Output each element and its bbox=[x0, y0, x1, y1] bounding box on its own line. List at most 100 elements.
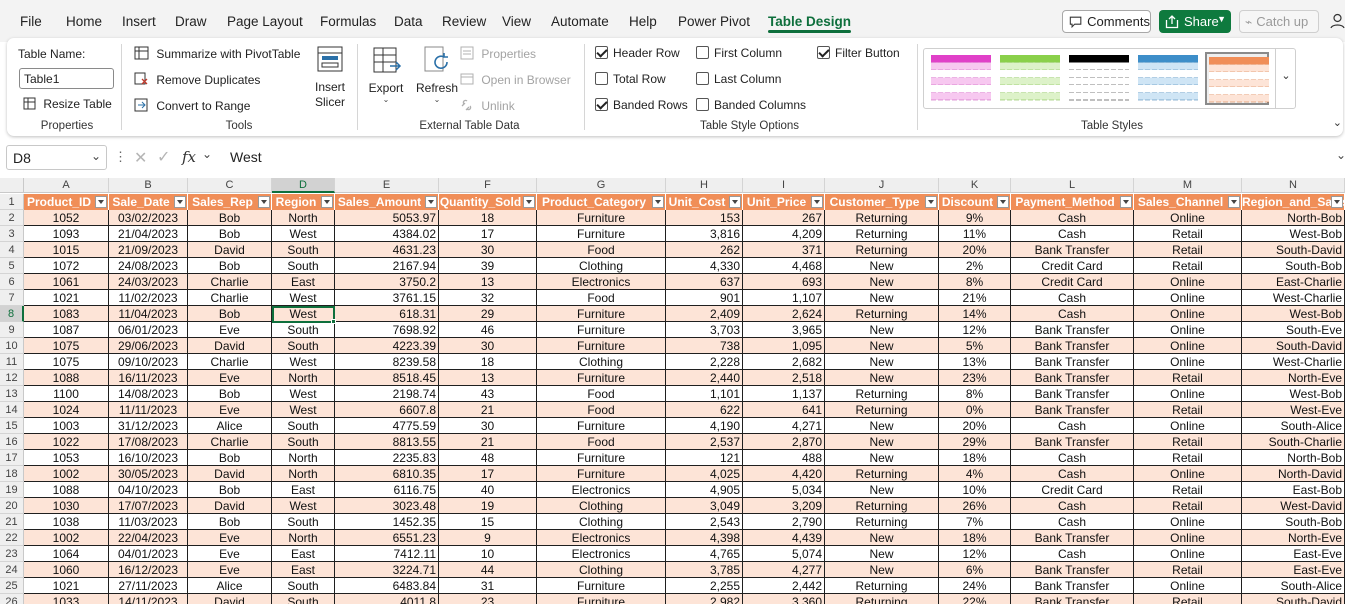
table-cell[interactable]: Online bbox=[1134, 514, 1242, 530]
row-header[interactable]: 24 bbox=[0, 562, 24, 578]
table-cell[interactable]: South bbox=[272, 338, 335, 354]
table-cell[interactable]: 18 bbox=[439, 354, 537, 370]
column-header-H[interactable]: H bbox=[666, 178, 743, 193]
table-cell[interactable]: New bbox=[825, 418, 939, 434]
table-cell[interactable]: Electronics bbox=[537, 530, 666, 546]
table-cell[interactable]: North-Bob bbox=[1242, 450, 1345, 466]
table-cell[interactable]: North-Eve bbox=[1242, 370, 1345, 386]
table-cell[interactable]: 11% bbox=[939, 226, 1011, 242]
table-cell[interactable]: Bank Transfer bbox=[1011, 386, 1134, 402]
table-cell[interactable]: East bbox=[272, 546, 335, 562]
header-row-checkbox[interactable] bbox=[595, 46, 608, 59]
table-cell[interactable]: North-Eve bbox=[1242, 530, 1345, 546]
table-cell[interactable]: 11/02/2023 bbox=[109, 290, 188, 306]
table-cell[interactable]: Online bbox=[1134, 290, 1242, 306]
table-cell[interactable]: 03/02/2023 bbox=[109, 210, 188, 226]
table-cell[interactable]: Furniture bbox=[537, 370, 666, 386]
filter-dropdown-icon[interactable] bbox=[258, 196, 270, 208]
table-header-cell[interactable]: Sales_Amount bbox=[335, 194, 439, 210]
table-cell[interactable]: Electronics bbox=[537, 546, 666, 562]
table-cell[interactable]: Bank Transfer bbox=[1011, 354, 1134, 370]
table-cell[interactable]: Cash bbox=[1011, 546, 1134, 562]
share-button[interactable]: Share ▼ bbox=[1159, 10, 1231, 33]
active-cell-outline[interactable] bbox=[272, 306, 335, 323]
table-cell[interactable]: South-Alice bbox=[1242, 418, 1345, 434]
table-cell[interactable]: 618.31 bbox=[335, 306, 439, 322]
table-cell[interactable]: Furniture bbox=[537, 578, 666, 594]
table-cell[interactable]: Retail bbox=[1134, 402, 1242, 418]
table-cell[interactable]: 1087 bbox=[24, 322, 109, 338]
table-cell[interactable]: 622 bbox=[666, 402, 743, 418]
table-cell[interactable]: North bbox=[272, 450, 335, 466]
table-cell[interactable]: 3,785 bbox=[666, 562, 743, 578]
table-cell[interactable]: 20% bbox=[939, 418, 1011, 434]
table-cell[interactable]: Cash bbox=[1011, 210, 1134, 226]
table-cell[interactable]: Clothing bbox=[537, 258, 666, 274]
table-cell[interactable]: 4,271 bbox=[743, 418, 825, 434]
table-cell[interactable]: 2,543 bbox=[666, 514, 743, 530]
menu-review[interactable]: Review bbox=[442, 14, 486, 29]
table-cell[interactable]: Food bbox=[537, 386, 666, 402]
table-cell[interactable]: 1072 bbox=[24, 258, 109, 274]
remove-duplicates-button[interactable]: Remove Duplicates bbox=[134, 72, 260, 87]
table-cell[interactable]: 16/10/2023 bbox=[109, 450, 188, 466]
name-box[interactable]: D8 ⌄ bbox=[6, 145, 107, 170]
table-cell[interactable]: 6607.8 bbox=[335, 402, 439, 418]
table-cell[interactable]: Retail bbox=[1134, 242, 1242, 258]
chevron-down-icon[interactable]: ⌄ bbox=[202, 147, 212, 161]
table-cell[interactable]: Cash bbox=[1011, 226, 1134, 242]
table-cell[interactable]: 18% bbox=[939, 450, 1011, 466]
table-cell[interactable]: 16/12/2023 bbox=[109, 562, 188, 578]
row-header[interactable]: 16 bbox=[0, 434, 24, 450]
row-header[interactable]: 14 bbox=[0, 402, 24, 418]
table-cell[interactable]: 1083 bbox=[24, 306, 109, 322]
table-cell[interactable]: 2,870 bbox=[743, 434, 825, 450]
table-cell[interactable]: Bank Transfer bbox=[1011, 578, 1134, 594]
table-cell[interactable]: 4,209 bbox=[743, 226, 825, 242]
table-cell[interactable]: 29% bbox=[939, 434, 1011, 450]
table-cell[interactable]: 31/12/2023 bbox=[109, 418, 188, 434]
total-row-checkbox[interactable] bbox=[595, 72, 608, 85]
column-header-L[interactable]: L bbox=[1011, 178, 1134, 193]
table-cell[interactable]: 267 bbox=[743, 210, 825, 226]
table-cell[interactable]: 901 bbox=[666, 290, 743, 306]
table-header-cell[interactable]: Sales_Channel bbox=[1134, 194, 1242, 210]
table-cell[interactable]: New bbox=[825, 370, 939, 386]
table-cell[interactable]: 29 bbox=[439, 306, 537, 322]
table-cell[interactable]: 17/08/2023 bbox=[109, 434, 188, 450]
table-cell[interactable]: New bbox=[825, 434, 939, 450]
table-cell[interactable]: South-Bob bbox=[1242, 514, 1345, 530]
table-cell[interactable]: 2,228 bbox=[666, 354, 743, 370]
table-cell[interactable]: 48 bbox=[439, 450, 537, 466]
table-cell[interactable]: 1075 bbox=[24, 354, 109, 370]
table-cell[interactable]: 18 bbox=[439, 210, 537, 226]
table-cell[interactable]: 11/04/2023 bbox=[109, 306, 188, 322]
table-cell[interactable]: 9% bbox=[939, 210, 1011, 226]
table-cell[interactable]: 4% bbox=[939, 466, 1011, 482]
row-header[interactable]: 26 bbox=[0, 594, 24, 604]
table-cell[interactable]: 4011.8 bbox=[335, 594, 439, 604]
table-cell[interactable]: 13 bbox=[439, 274, 537, 290]
table-cell[interactable]: Bank Transfer bbox=[1011, 434, 1134, 450]
table-cell[interactable]: 4,190 bbox=[666, 418, 743, 434]
column-header-F[interactable]: F bbox=[439, 178, 537, 193]
table-cell[interactable]: New bbox=[825, 562, 939, 578]
filter-dropdown-icon[interactable] bbox=[1331, 196, 1343, 208]
table-cell[interactable]: 21% bbox=[939, 290, 1011, 306]
row-header[interactable]: 6 bbox=[0, 274, 24, 290]
resize-table-button[interactable]: Resize Table bbox=[23, 97, 112, 111]
table-cell[interactable]: 2,982 bbox=[666, 594, 743, 604]
table-cell[interactable]: 12% bbox=[939, 546, 1011, 562]
table-cell[interactable]: Retail bbox=[1134, 562, 1242, 578]
table-cell[interactable]: 4,398 bbox=[666, 530, 743, 546]
table-cell[interactable]: 15 bbox=[439, 514, 537, 530]
table-cell[interactable]: Furniture bbox=[537, 418, 666, 434]
row-header-1[interactable]: 1 bbox=[0, 194, 24, 210]
table-cell[interactable]: 4,330 bbox=[666, 258, 743, 274]
table-cell[interactable]: West-Bob bbox=[1242, 226, 1345, 242]
table-cell[interactable]: Furniture bbox=[537, 450, 666, 466]
table-cell[interactable]: Clothing bbox=[537, 354, 666, 370]
table-cell[interactable]: Returning bbox=[825, 466, 939, 482]
table-cell[interactable]: Returning bbox=[825, 514, 939, 530]
table-cell[interactable]: 2,442 bbox=[743, 578, 825, 594]
